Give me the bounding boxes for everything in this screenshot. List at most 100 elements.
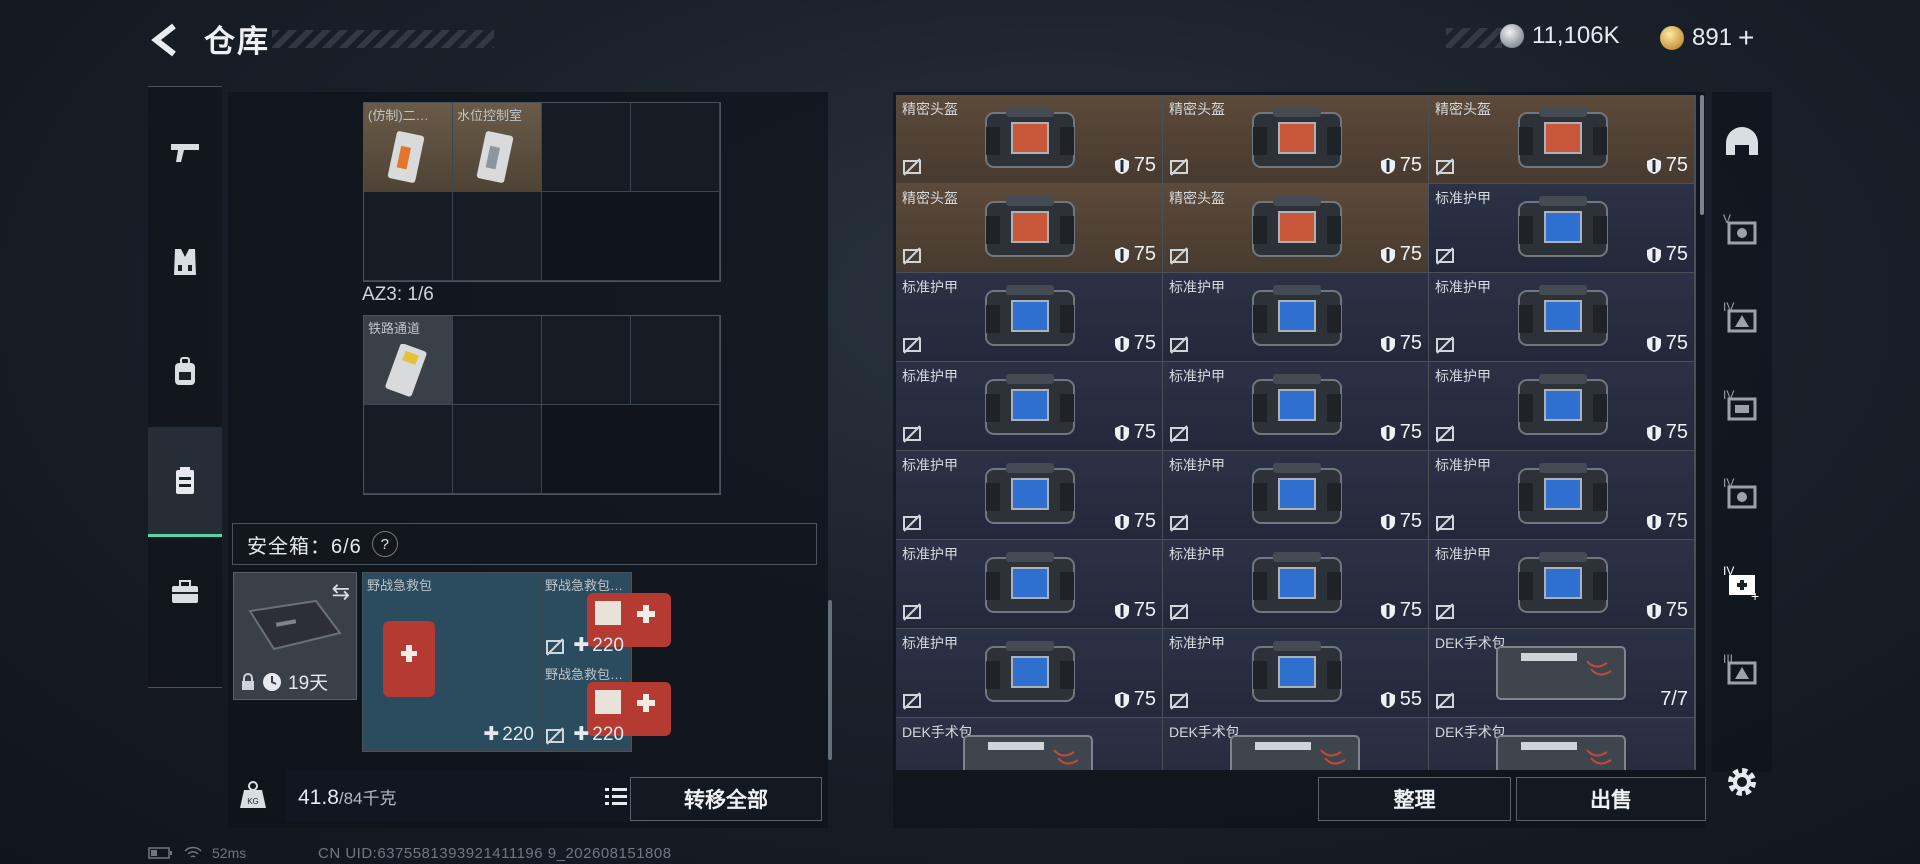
settings-gear-icon[interactable] bbox=[1722, 762, 1762, 802]
container-icon bbox=[176, 466, 194, 494]
item-durability: 75 bbox=[1380, 154, 1422, 177]
armor-bag-icon bbox=[1252, 641, 1342, 702]
durability-shield-icon bbox=[1646, 246, 1661, 263]
stash-item[interactable]: DEK手术包 7/7 bbox=[1429, 629, 1694, 717]
item-name: 精密头盔 bbox=[902, 190, 958, 206]
plus-icon: ✚ bbox=[573, 635, 590, 656]
filter-helmet[interactable] bbox=[1712, 100, 1772, 184]
armor-bag-icon bbox=[1518, 552, 1608, 613]
empty-slot[interactable] bbox=[542, 103, 630, 191]
stash-item[interactable]: 标准护甲 75 bbox=[1429, 184, 1694, 272]
item-name: 标准护甲 bbox=[902, 279, 958, 295]
item-slot[interactable]: 野战急救包… ✚ 220 bbox=[541, 573, 671, 661]
clock-icon bbox=[263, 672, 281, 691]
transfer-all-button[interactable]: 转移全部 bbox=[630, 777, 822, 821]
stash-item[interactable]: 标准护甲 75 bbox=[896, 273, 1162, 361]
filter-armor-3[interactable]: III bbox=[1712, 628, 1772, 712]
item-name: (仿制)二… bbox=[368, 108, 429, 123]
item-name: 标准护甲 bbox=[1169, 546, 1225, 562]
item-slot[interactable]: 野战急救包 ✚ 220 bbox=[363, 573, 540, 750]
empty-slot[interactable] bbox=[364, 192, 452, 280]
item-durability: 75 bbox=[1380, 332, 1422, 355]
stash-scrollbar[interactable] bbox=[1700, 95, 1704, 215]
first-aid-kit-icon bbox=[383, 621, 435, 697]
empty-slot[interactable] bbox=[631, 316, 719, 404]
item-name: 野战急救包 bbox=[367, 578, 433, 593]
stash-item[interactable]: 精密头盔 75 bbox=[1163, 184, 1428, 272]
durability-shield-icon bbox=[1380, 424, 1395, 441]
empty-slot[interactable] bbox=[364, 405, 452, 493]
stash-item[interactable]: 标准护甲 75 bbox=[1429, 273, 1694, 361]
empty-slot[interactable] bbox=[542, 316, 630, 404]
stash-item[interactable]: 标准护甲 75 bbox=[1163, 273, 1428, 361]
weight-max: /84千克 bbox=[338, 789, 397, 808]
filter-armor-4c[interactable]: IV bbox=[1712, 452, 1772, 536]
left-scrollbar[interactable] bbox=[828, 600, 832, 760]
empty-slot[interactable] bbox=[453, 192, 541, 280]
grid-gap bbox=[542, 192, 719, 280]
armor-bag-icon bbox=[985, 552, 1075, 613]
nav-backpack[interactable] bbox=[148, 317, 222, 427]
helmet-icon bbox=[1726, 127, 1758, 155]
stash-item[interactable]: 标准护甲 75 bbox=[1163, 451, 1428, 539]
nav-weapons[interactable] bbox=[148, 97, 222, 207]
keycard-icon bbox=[476, 131, 514, 183]
filter-armor-4b[interactable]: IV bbox=[1712, 364, 1772, 448]
stash-item[interactable]: 标准护甲 75 bbox=[896, 629, 1162, 717]
nav-container[interactable] bbox=[148, 427, 222, 537]
stash-item[interactable]: DEK手术包 bbox=[1163, 718, 1428, 770]
stash-item[interactable]: DEK手术包 bbox=[1429, 718, 1694, 770]
no-insurance-icon bbox=[903, 692, 921, 710]
stash-item[interactable]: 标准护甲 75 bbox=[1163, 362, 1428, 450]
stash-item[interactable]: 精密头盔 75 bbox=[1163, 95, 1428, 183]
empty-slot[interactable] bbox=[453, 316, 541, 404]
item-slot[interactable]: (仿制)二… bbox=[364, 103, 452, 191]
plus-icon: ✚ bbox=[573, 724, 590, 745]
weight-current: 41.8 bbox=[298, 786, 339, 809]
silver-currency[interactable]: 11,106K bbox=[1500, 22, 1620, 50]
filter-armor-4a[interactable]: IV bbox=[1712, 276, 1772, 360]
stash-item[interactable]: 标准护甲 75 bbox=[1429, 362, 1694, 450]
no-insurance-icon bbox=[1170, 158, 1188, 176]
item-slot[interactable]: 铁路通道 bbox=[364, 316, 452, 404]
filter-armor-5[interactable]: V bbox=[1712, 188, 1772, 272]
stash-item[interactable]: DEK手术包 bbox=[896, 718, 1162, 770]
filter-medkit-4[interactable]: IV + bbox=[1712, 540, 1772, 624]
empty-slot[interactable] bbox=[631, 103, 719, 191]
swap-icon[interactable]: ⇆ bbox=[332, 579, 350, 605]
list-view-icon[interactable] bbox=[601, 782, 631, 812]
stash-item[interactable]: 精密头盔 75 bbox=[896, 95, 1162, 183]
tidy-button[interactable]: 整理 bbox=[1318, 777, 1511, 821]
help-icon[interactable]: ? bbox=[371, 531, 398, 557]
stash-item[interactable]: 标准护甲 75 bbox=[1429, 540, 1694, 628]
case-timer: 19天 bbox=[240, 668, 328, 695]
stash-item[interactable]: 标准护甲 75 bbox=[896, 540, 1162, 628]
stash-item[interactable]: 标准护甲 75 bbox=[1429, 451, 1694, 539]
item-name: 标准护甲 bbox=[902, 635, 958, 651]
stash-item[interactable]: 标准护甲 75 bbox=[896, 362, 1162, 450]
item-slot[interactable]: 水位控制室 bbox=[453, 103, 541, 191]
back-arrow-icon[interactable] bbox=[146, 20, 186, 60]
item-slot[interactable]: 野战急救包… ✚ 220 bbox=[541, 662, 671, 750]
stash-item[interactable]: 标准护甲 75 bbox=[896, 451, 1162, 539]
gold-add-button[interactable]: + bbox=[1738, 22, 1754, 54]
gold-coin-icon bbox=[1660, 26, 1684, 50]
gold-currency[interactable]: 891 + bbox=[1660, 22, 1754, 54]
stash-item[interactable]: 精密头盔 75 bbox=[1429, 95, 1694, 183]
item-durability: 7/7 bbox=[1660, 688, 1688, 710]
stash-item[interactable]: 标准护甲 55 bbox=[1163, 629, 1428, 717]
safe-case-card[interactable]: ⇆ 19天 bbox=[233, 572, 357, 700]
empty-slot[interactable] bbox=[453, 405, 541, 493]
stash-item[interactable]: 精密头盔 75 bbox=[896, 184, 1162, 272]
item-name: 精密头盔 bbox=[1435, 101, 1491, 117]
nav-toolbox[interactable] bbox=[148, 537, 222, 647]
no-insurance-icon bbox=[1170, 425, 1188, 443]
surgery-kit-icon bbox=[1496, 646, 1626, 700]
sell-button[interactable]: 出售 bbox=[1516, 777, 1706, 821]
nav-vest[interactable] bbox=[148, 207, 222, 317]
stash-item[interactable]: 标准护甲 75 bbox=[1163, 540, 1428, 628]
item-name: 标准护甲 bbox=[902, 546, 958, 562]
item-name: 标准护甲 bbox=[1435, 546, 1491, 562]
item-name: 标准护甲 bbox=[902, 368, 958, 384]
armor-bag-icon bbox=[985, 463, 1075, 524]
